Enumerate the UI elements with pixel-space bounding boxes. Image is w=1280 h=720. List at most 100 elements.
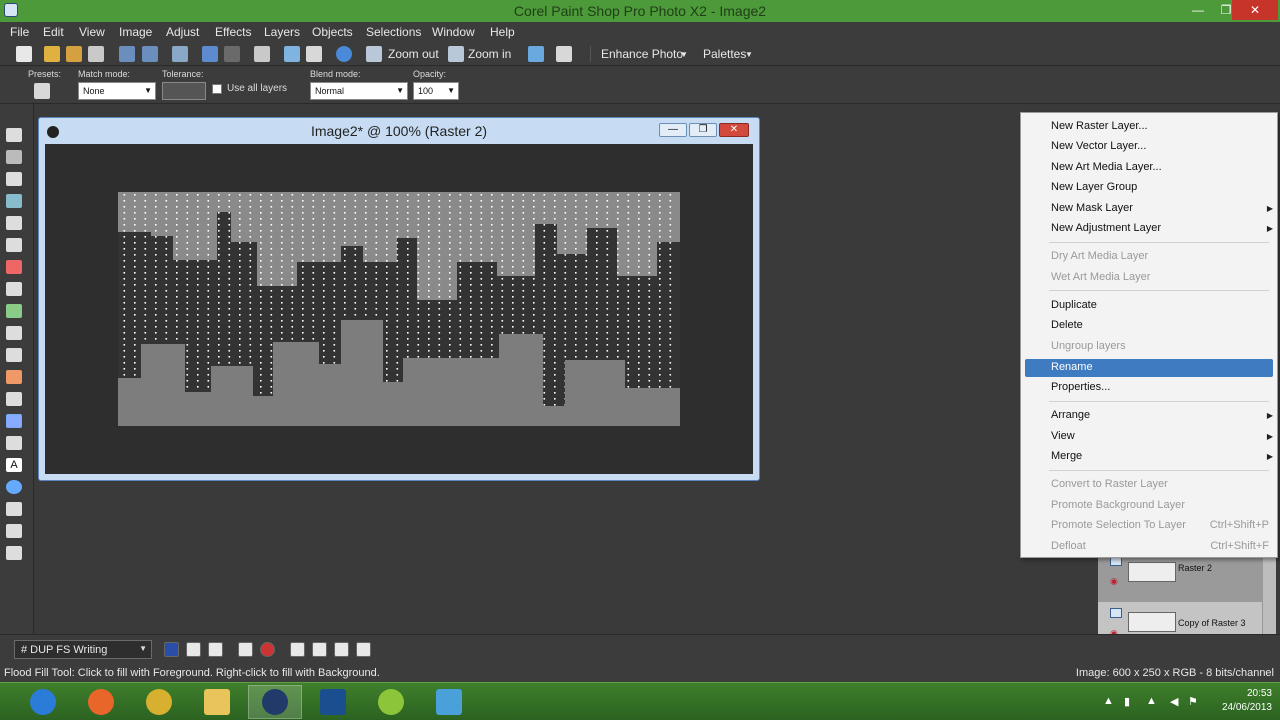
- zoom-in-icon[interactable]: [448, 46, 464, 62]
- menu-selections[interactable]: Selections: [366, 25, 421, 39]
- paint-shop-pro-icon[interactable]: [248, 685, 302, 719]
- stop-script-icon[interactable]: [238, 642, 253, 657]
- menu-effects[interactable]: Effects: [215, 25, 251, 39]
- menu-objects[interactable]: Objects: [312, 25, 353, 39]
- save-icon[interactable]: [119, 46, 135, 62]
- menu-item-rename[interactable]: Rename: [1051, 361, 1093, 373]
- presets-icon[interactable]: [34, 83, 50, 99]
- paste-icon[interactable]: [306, 46, 322, 62]
- edit-script-icon[interactable]: [186, 642, 201, 657]
- art-media-icon[interactable]: [6, 546, 22, 560]
- straighten-tool-icon[interactable]: [6, 238, 22, 252]
- paint-brush-icon[interactable]: [6, 326, 22, 340]
- smudge-tool-icon[interactable]: [6, 370, 22, 384]
- flag-icon[interactable]: ⚑: [1188, 695, 1198, 708]
- menu-item-new-layer-group[interactable]: New Layer Group: [1051, 181, 1137, 193]
- menu-item-new-mask-layer[interactable]: New Mask Layer: [1051, 202, 1133, 214]
- menu-help[interactable]: Help: [490, 25, 515, 39]
- use-all-layers-checkbox[interactable]: [212, 84, 222, 94]
- menu-file[interactable]: File: [10, 25, 29, 39]
- save-script-icon[interactable]: [356, 642, 371, 657]
- photoshop-icon[interactable]: [306, 685, 360, 719]
- explorer-icon[interactable]: [190, 685, 244, 719]
- enhance-photo-button[interactable]: Enhance Photo: [601, 47, 683, 61]
- show-hide-icon[interactable]: [556, 46, 572, 62]
- info-icon[interactable]: [336, 46, 352, 62]
- copy-icon[interactable]: [284, 46, 300, 62]
- menu-item-new-raster-layer[interactable]: New Raster Layer...: [1051, 120, 1148, 132]
- redo-icon[interactable]: [224, 46, 240, 62]
- menu-item-duplicate[interactable]: Duplicate: [1051, 299, 1097, 311]
- close-script-icon[interactable]: [334, 642, 349, 657]
- new-icon[interactable]: [16, 46, 32, 62]
- email-icon[interactable]: [172, 46, 188, 62]
- run-script-icon[interactable]: [164, 642, 179, 657]
- menu-item-delete[interactable]: Delete: [1051, 319, 1083, 331]
- dreamweaver-icon[interactable]: [364, 685, 418, 719]
- print-icon[interactable]: [88, 46, 104, 62]
- volume-icon[interactable]: ◀: [1170, 695, 1178, 708]
- preset-shape-icon[interactable]: [6, 480, 22, 494]
- menu-item-merge[interactable]: Merge: [1051, 450, 1082, 462]
- layer-row[interactable]: Raster 2 ◉: [1098, 556, 1262, 608]
- ie-icon[interactable]: [16, 685, 70, 719]
- red-eye-tool-icon[interactable]: [6, 260, 22, 274]
- menu-layers[interactable]: Layers: [264, 25, 300, 39]
- menu-item-new-vector-layer[interactable]: New Vector Layer...: [1051, 140, 1146, 152]
- image-close-button[interactable]: ✕: [719, 123, 749, 137]
- zoom-in-button[interactable]: Zoom in: [468, 47, 511, 61]
- resize-icon[interactable]: [254, 46, 270, 62]
- close-button[interactable]: ✕: [1232, 0, 1278, 20]
- pick-tool-icon[interactable]: [6, 150, 22, 164]
- menu-item-view[interactable]: View: [1051, 430, 1075, 442]
- chrome-icon[interactable]: [132, 685, 186, 719]
- full-screen-icon[interactable]: [528, 46, 544, 62]
- flood-fill-icon[interactable]: [6, 414, 22, 428]
- browse-icon[interactable]: [66, 46, 82, 62]
- menu-item-new-adjustment-layer[interactable]: New Adjustment Layer: [1051, 222, 1161, 234]
- text-tool-icon[interactable]: A: [6, 458, 22, 472]
- image-canvas[interactable]: [45, 144, 753, 474]
- pen-tool-icon[interactable]: [6, 502, 22, 516]
- match-mode-select[interactable]: None ▼: [78, 82, 156, 100]
- script-select[interactable]: # DUP FS Writing ▼: [14, 640, 152, 659]
- pause-script-icon[interactable]: [312, 642, 327, 657]
- pan-tool-icon[interactable]: [6, 128, 22, 142]
- dropper-tool-icon[interactable]: [6, 194, 22, 208]
- open-icon[interactable]: [44, 46, 60, 62]
- save-as-icon[interactable]: [142, 46, 158, 62]
- menu-image[interactable]: Image: [119, 25, 152, 39]
- blend-mode-select[interactable]: Normal ▼: [310, 82, 408, 100]
- record-script-icon[interactable]: [290, 642, 305, 657]
- menu-item-arrange[interactable]: Arrange: [1051, 409, 1090, 421]
- cancel-script-icon[interactable]: [260, 642, 275, 657]
- crop-tool-icon[interactable]: [6, 216, 22, 230]
- opacity-field[interactable]: 100 ▼: [413, 82, 459, 100]
- menu-view[interactable]: View: [79, 25, 105, 39]
- toggle-interactive-icon[interactable]: [208, 642, 223, 657]
- image-restore-button[interactable]: ❐: [689, 123, 717, 137]
- clock[interactable]: 20:53 24/06/2013: [1222, 687, 1272, 715]
- chevron-down-icon[interactable]: ▼: [680, 50, 688, 59]
- zoom-out-button[interactable]: Zoom out: [388, 47, 439, 61]
- zoom-out-icon[interactable]: [366, 46, 382, 62]
- undo-icon[interactable]: [202, 46, 218, 62]
- lighten-tool-icon[interactable]: [6, 348, 22, 362]
- eraser-tool-icon[interactable]: [6, 392, 22, 406]
- makeover-tool-icon[interactable]: [6, 282, 22, 296]
- menu-item-new-art-media-layer[interactable]: New Art Media Layer...: [1051, 161, 1162, 173]
- picture-tube-icon[interactable]: [6, 436, 22, 450]
- canvas[interactable]: [45, 144, 753, 474]
- menu-item-properties[interactable]: Properties...: [1051, 381, 1110, 393]
- chevron-up-icon[interactable]: ▲: [1103, 695, 1114, 707]
- eye-icon[interactable]: ◉: [1110, 576, 1118, 587]
- menu-window[interactable]: Window: [432, 25, 475, 39]
- clone-tool-icon[interactable]: [6, 304, 22, 318]
- palettes-button[interactable]: Palettes: [703, 47, 746, 61]
- control-panel-icon[interactable]: [422, 685, 476, 719]
- firefox-icon[interactable]: [74, 685, 128, 719]
- selection-tool-icon[interactable]: [6, 172, 22, 186]
- menu-edit[interactable]: Edit: [43, 25, 64, 39]
- network-icon[interactable]: ▲: [1146, 695, 1157, 707]
- image-minimize-button[interactable]: —: [659, 123, 687, 137]
